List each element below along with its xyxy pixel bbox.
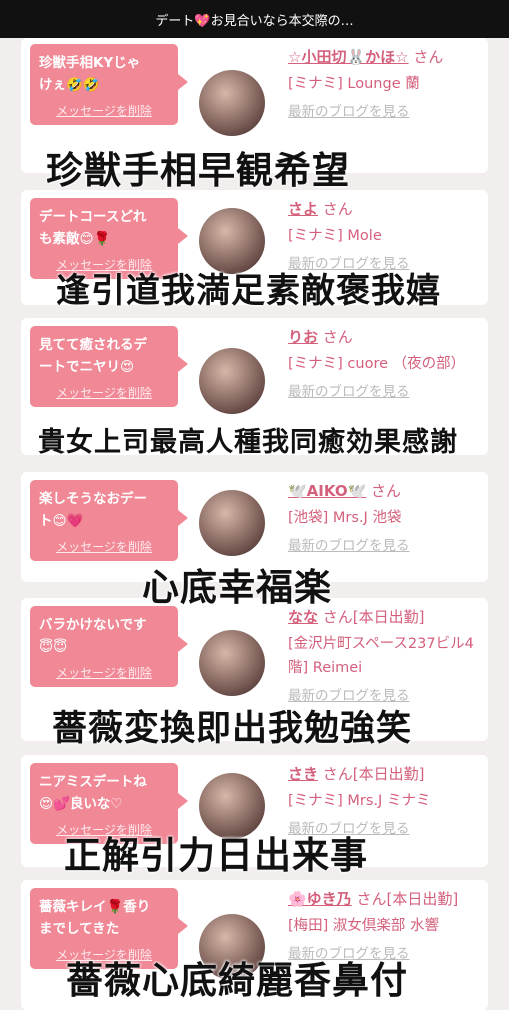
profile-name-link[interactable]: ☆小田切🐰かほ☆ bbox=[288, 48, 409, 66]
shop-name: [梅田] 淑女倶楽部 水響 bbox=[288, 918, 440, 934]
profile-info: さよ さん [ミナミ] Mole 最新のブログを見る bbox=[288, 198, 483, 272]
overlay-caption: 正解引力日出来事 bbox=[64, 834, 368, 877]
name-suffix: さん bbox=[413, 48, 444, 66]
message-text: デートコースどれ も素敵😊🌹 bbox=[39, 209, 147, 247]
message-text: 珍獣手相KYじゃ けぇ🤣🤣 bbox=[39, 55, 141, 93]
profile-name-link[interactable]: りお bbox=[288, 328, 318, 346]
shop-name: [池袋] Mrs.J 池袋 bbox=[288, 510, 402, 526]
delete-message-link[interactable]: メッセージを削除 bbox=[39, 664, 169, 681]
shop-name: [金沢片町スペース237ビル4階] Reimei bbox=[288, 636, 474, 676]
profile-info: なな さん[本日出勤] [金沢片町スペース237ビル4階] Reimei 最新の… bbox=[288, 606, 483, 704]
profile-info: 🕊️AIKO🕊️ さん [池袋] Mrs.J 池袋 最新のブログを見る bbox=[288, 480, 483, 554]
name-suffix: さん bbox=[322, 328, 353, 346]
delete-message-link[interactable]: メッセージを削除 bbox=[39, 538, 169, 555]
message-bubble: 楽しそうなおデー ト😊💗 メッセージを削除 bbox=[30, 480, 188, 561]
profile-info: ☆小田切🐰かほ☆ さん [ミナミ] Lounge 蘭 最新のブログを見る bbox=[288, 46, 483, 120]
name-suffix: さん[本日出勤] bbox=[356, 890, 459, 908]
avatar[interactable] bbox=[199, 630, 265, 696]
avatar[interactable] bbox=[199, 490, 265, 556]
top-bar-title: デート💖お見合いなら本交際の… bbox=[0, 0, 509, 38]
shop-name: [ミナミ] Mole bbox=[288, 228, 382, 244]
avatar[interactable] bbox=[199, 70, 265, 136]
profile-name-link[interactable]: 🌸ゆき乃 bbox=[288, 890, 352, 908]
message-text: バラかけないです 😇😇 bbox=[39, 617, 147, 655]
name-suffix: さん bbox=[322, 200, 353, 218]
message-text: 見てて癒されるデ ートでニヤリ😍 bbox=[39, 337, 147, 375]
profile-name-link[interactable]: さき bbox=[288, 765, 318, 783]
shop-name: [ミナミ] Lounge 蘭 bbox=[288, 76, 420, 92]
profile-info: りお さん [ミナミ] cuore （夜の部） 最新のブログを見る bbox=[288, 326, 483, 400]
avatar[interactable] bbox=[199, 348, 265, 414]
overlay-caption: 珍獣手相早観希望 bbox=[46, 149, 350, 192]
latest-blog-link[interactable]: 最新のブログを見る bbox=[288, 380, 483, 400]
profile-name-link[interactable]: 🕊️AIKO🕊️ bbox=[288, 482, 366, 500]
shop-name: [ミナミ] cuore （夜の部） bbox=[288, 356, 466, 372]
overlay-caption: 薔薇心底綺麗香鼻付 bbox=[66, 959, 408, 1002]
delete-message-link[interactable]: メッセージを削除 bbox=[39, 102, 169, 119]
message-bubble: 珍獣手相KYじゃ けぇ🤣🤣 メッセージを削除 bbox=[30, 44, 188, 125]
delete-message-link[interactable]: メッセージを削除 bbox=[39, 384, 169, 401]
latest-blog-link[interactable]: 最新のブログを見る bbox=[288, 100, 483, 120]
message-text: 薔薇キレイ🌹香り までしてきた bbox=[39, 899, 151, 937]
name-suffix: さん[本日出勤] bbox=[322, 608, 425, 626]
name-suffix: さん bbox=[371, 482, 402, 500]
shop-name: [ミナミ] Mrs.J ミナミ bbox=[288, 793, 431, 809]
latest-blog-link[interactable]: 最新のブログを見る bbox=[288, 534, 483, 554]
overlay-caption: 貴女上司最高人種我同癒効果感謝 bbox=[38, 427, 458, 458]
overlay-caption: 逢引道我満足素敵褒我嬉 bbox=[56, 271, 441, 311]
name-suffix: さん[本日出勤] bbox=[322, 765, 425, 783]
overlay-caption: 心底幸福楽 bbox=[142, 566, 332, 609]
profile-name-link[interactable]: さよ bbox=[288, 200, 318, 218]
message-text: ニアミスデートね 😍💕良いな♡ bbox=[39, 774, 147, 812]
message-text: 楽しそうなおデー ト😊💗 bbox=[39, 491, 147, 529]
message-bubble: バラかけないです 😇😇 メッセージを削除 bbox=[30, 606, 188, 687]
message-bubble: 見てて癒されるデ ートでニヤリ😍 メッセージを削除 bbox=[30, 326, 188, 407]
overlay-caption: 薔薇変換即出我勉強笑 bbox=[52, 709, 413, 749]
